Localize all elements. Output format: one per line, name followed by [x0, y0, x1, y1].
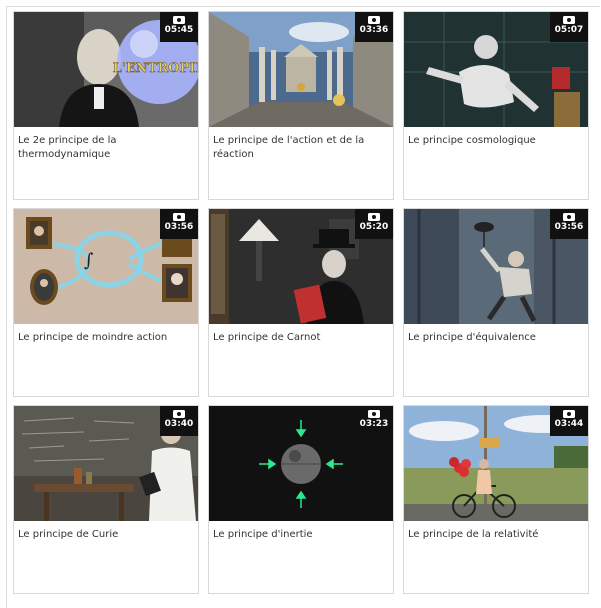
video-thumbnail[interactable]: 03:23 [209, 406, 393, 521]
video-duration: 03:44 [554, 419, 584, 429]
duration-badge: 03:56 [550, 209, 588, 239]
video-duration: 03:36 [359, 25, 389, 35]
video-thumbnail[interactable]: 03:36 [209, 12, 393, 127]
duration-badge: 03:36 [355, 12, 393, 42]
duration-badge: 03:44 [550, 406, 588, 436]
video-card[interactable]: L'ENTROPIE 05:45 Le 2e principe de la th… [13, 11, 199, 200]
video-camera-icon [173, 410, 185, 418]
video-thumbnail[interactable]: 03:40 [14, 406, 198, 521]
video-camera-icon [368, 213, 380, 221]
video-thumbnail[interactable]: 05:07 [404, 12, 588, 127]
duration-badge: 05:20 [355, 209, 393, 239]
video-thumbnail[interactable]: ∫ 03:56 [14, 209, 198, 324]
video-card[interactable]: 03:44 Le principe de la relativité [403, 405, 589, 594]
video-camera-icon [563, 16, 575, 24]
duration-badge: 03:56 [160, 209, 198, 239]
video-title[interactable]: Le principe cosmologique [404, 127, 588, 148]
video-camera-icon [368, 410, 380, 418]
video-title[interactable]: Le principe de Carnot [209, 324, 393, 345]
video-duration: 03:40 [164, 419, 194, 429]
video-title[interactable]: Le principe d'inertie [209, 521, 393, 542]
video-card[interactable]: ∫ 03:56 Le principe de moindre action [13, 208, 199, 397]
video-duration: 05:20 [359, 222, 389, 232]
video-camera-icon [563, 410, 575, 418]
duration-badge: 05:45 [160, 12, 198, 42]
video-duration: 03:56 [554, 222, 584, 232]
svg-text:∫: ∫ [84, 250, 94, 271]
video-thumbnail[interactable]: L'ENTROPIE 05:45 [14, 12, 198, 127]
duration-badge: 05:07 [550, 12, 588, 42]
video-duration: 05:45 [164, 25, 194, 35]
video-camera-icon [173, 16, 185, 24]
video-card[interactable]: 03:56 Le principe d'équivalence [403, 208, 589, 397]
video-camera-icon [563, 213, 575, 221]
video-thumbnail[interactable]: 05:20 [209, 209, 393, 324]
video-title[interactable]: Le principe d'équivalence [404, 324, 588, 345]
video-card[interactable]: 03:36 Le principe de l'action et de la r… [208, 11, 394, 200]
entropy-label: L'ENTROPIE [113, 61, 198, 76]
video-duration: 05:07 [554, 25, 584, 35]
video-thumbnail[interactable]: 03:44 [404, 406, 588, 521]
video-thumbnail[interactable]: 03:56 [404, 209, 588, 324]
video-title[interactable]: Le principe de l'action et de la réactio… [209, 127, 393, 162]
video-card[interactable]: 05:07 Le principe cosmologique [403, 11, 589, 200]
video-camera-icon [173, 213, 185, 221]
video-title[interactable]: Le principe de Curie [14, 521, 198, 542]
video-camera-icon [368, 16, 380, 24]
video-grid: L'ENTROPIE 05:45 Le 2e principe de la th… [13, 11, 589, 594]
video-title[interactable]: Le 2e principe de la thermodynamique [14, 127, 198, 162]
video-card[interactable]: 03:23 Le principe d'inertie [208, 405, 394, 594]
duration-badge: 03:23 [355, 406, 393, 436]
duration-badge: 03:40 [160, 406, 198, 436]
video-duration: 03:56 [164, 222, 194, 232]
video-title[interactable]: Le principe de la relativité [404, 521, 588, 542]
video-card[interactable]: 05:20 Le principe de Carnot [208, 208, 394, 397]
video-title[interactable]: Le principe de moindre action [14, 324, 198, 345]
video-duration: 03:23 [359, 419, 389, 429]
video-card[interactable]: 03:40 Le principe de Curie [13, 405, 199, 594]
